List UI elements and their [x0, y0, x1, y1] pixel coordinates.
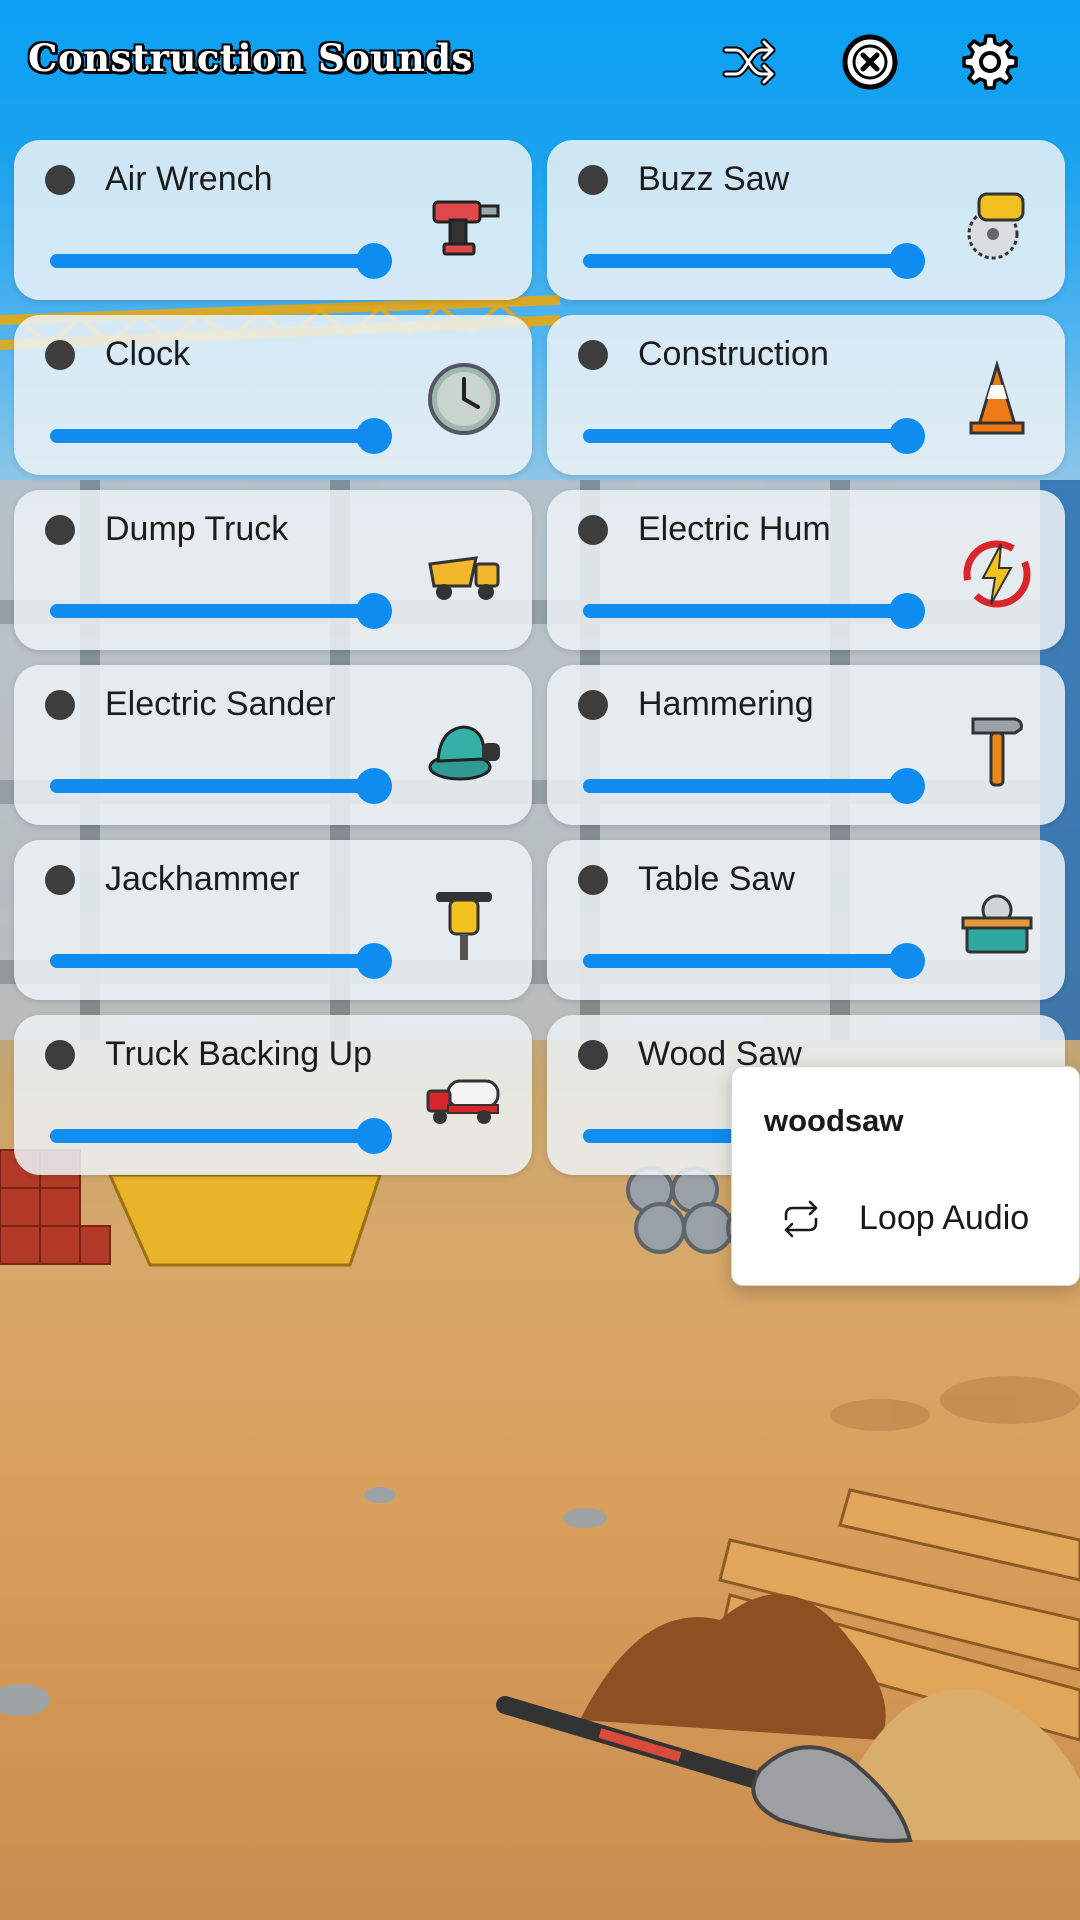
- volume-slider[interactable]: [583, 943, 925, 979]
- toggle-indicator[interactable]: [45, 165, 75, 195]
- toggle-indicator[interactable]: [578, 515, 608, 545]
- volume-slider-track[interactable]: [583, 954, 925, 968]
- sound-label: Jackhammer: [105, 860, 300, 898]
- loop-audio-menu-item[interactable]: Loop Audio: [732, 1179, 1079, 1259]
- sound-card-construction: Construction: [547, 315, 1065, 475]
- volume-slider[interactable]: [50, 943, 392, 979]
- volume-slider[interactable]: [583, 418, 925, 454]
- volume-slider-track[interactable]: [50, 1129, 392, 1143]
- volume-slider[interactable]: [50, 1118, 392, 1154]
- toggle-indicator[interactable]: [45, 690, 75, 720]
- sound-label: Table Saw: [638, 860, 795, 898]
- volume-slider-track[interactable]: [50, 954, 392, 968]
- volume-slider[interactable]: [583, 768, 925, 804]
- toggle-indicator[interactable]: [45, 1040, 75, 1070]
- sound-label: Electric Hum: [638, 510, 831, 548]
- app-header: Construction Sounds: [0, 0, 1080, 130]
- volume-slider[interactable]: [50, 243, 392, 279]
- toggle-indicator[interactable]: [578, 865, 608, 895]
- lightning-icon: [957, 534, 1037, 614]
- volume-slider-track[interactable]: [50, 779, 392, 793]
- dump-truck-icon: [424, 534, 504, 614]
- clock-icon: [424, 359, 504, 439]
- shuffle-icon: [722, 38, 776, 86]
- volume-slider[interactable]: [50, 768, 392, 804]
- sound-card-air-wrench: Air Wrench: [14, 140, 532, 300]
- truck-icon: [424, 1059, 504, 1139]
- toggle-indicator[interactable]: [578, 1040, 608, 1070]
- volume-slider-thumb[interactable]: [889, 593, 925, 629]
- sound-card-truck-backing-up: Truck Backing Up: [14, 1015, 532, 1175]
- volume-slider-thumb[interactable]: [356, 418, 392, 454]
- toggle-indicator[interactable]: [45, 515, 75, 545]
- sound-label: Truck Backing Up: [105, 1035, 373, 1073]
- context-menu-title: woodsaw: [764, 1103, 904, 1138]
- volume-slider-track[interactable]: [583, 604, 925, 618]
- sound-card-jackhammer: Jackhammer: [14, 840, 532, 1000]
- gear-icon: [962, 34, 1018, 90]
- loop-icon: [784, 1200, 818, 1238]
- volume-slider-thumb[interactable]: [889, 943, 925, 979]
- volume-slider-thumb[interactable]: [356, 943, 392, 979]
- sound-card-buzz-saw: Buzz Saw: [547, 140, 1065, 300]
- volume-slider-thumb[interactable]: [356, 593, 392, 629]
- sound-card-electric-hum: Electric Hum: [547, 490, 1065, 650]
- volume-slider-track[interactable]: [50, 429, 392, 443]
- volume-slider[interactable]: [50, 418, 392, 454]
- app-title: Construction Sounds: [28, 36, 473, 80]
- volume-slider-track[interactable]: [583, 429, 925, 443]
- toggle-indicator[interactable]: [45, 340, 75, 370]
- sound-card-table-saw: Table Saw: [547, 840, 1065, 1000]
- volume-slider-track[interactable]: [50, 254, 392, 268]
- close-circle-icon: [842, 34, 898, 90]
- volume-slider[interactable]: [583, 243, 925, 279]
- settings-button[interactable]: [958, 30, 1022, 94]
- volume-slider-thumb[interactable]: [356, 1118, 392, 1154]
- volume-slider-track[interactable]: [583, 779, 925, 793]
- volume-slider-thumb[interactable]: [889, 243, 925, 279]
- loop-audio-label: Loop Audio: [859, 1199, 1030, 1237]
- sound-label: Dump Truck: [105, 510, 289, 548]
- volume-slider-track[interactable]: [50, 604, 392, 618]
- sound-card-clock: Clock: [14, 315, 532, 475]
- toggle-indicator[interactable]: [578, 690, 608, 720]
- sound-label: Buzz Saw: [638, 160, 790, 198]
- sound-label: Clock: [105, 335, 191, 373]
- volume-slider-thumb[interactable]: [889, 768, 925, 804]
- volume-slider-thumb[interactable]: [356, 768, 392, 804]
- toggle-indicator[interactable]: [45, 865, 75, 895]
- sound-card-hammering: Hammering: [547, 665, 1065, 825]
- toggle-indicator[interactable]: [578, 165, 608, 195]
- impact-drill-icon: [424, 184, 504, 264]
- sound-label: Construction: [638, 335, 829, 373]
- hammer-icon: [957, 709, 1037, 789]
- sound-label: Air Wrench: [105, 160, 273, 198]
- shuffle-button[interactable]: [718, 30, 782, 94]
- toggle-indicator[interactable]: [578, 340, 608, 370]
- sound-label: Hammering: [638, 685, 814, 723]
- sound-card-electric-sander: Electric Sander: [14, 665, 532, 825]
- circular-saw-icon: [957, 184, 1037, 264]
- stop-all-button[interactable]: [838, 30, 902, 94]
- volume-slider[interactable]: [583, 593, 925, 629]
- sound-label: Electric Sander: [105, 685, 336, 723]
- volume-slider-thumb[interactable]: [889, 418, 925, 454]
- sound-card-dump-truck: Dump Truck: [14, 490, 532, 650]
- sander-icon: [424, 709, 504, 789]
- volume-slider-thumb[interactable]: [356, 243, 392, 279]
- volume-slider[interactable]: [50, 593, 392, 629]
- volume-slider-track[interactable]: [583, 254, 925, 268]
- table-saw-icon: [957, 884, 1037, 964]
- jackhammer-icon: [424, 884, 504, 964]
- sound-context-menu: woodsaw Loop Audio: [731, 1066, 1080, 1286]
- traffic-cone-icon: [957, 359, 1037, 439]
